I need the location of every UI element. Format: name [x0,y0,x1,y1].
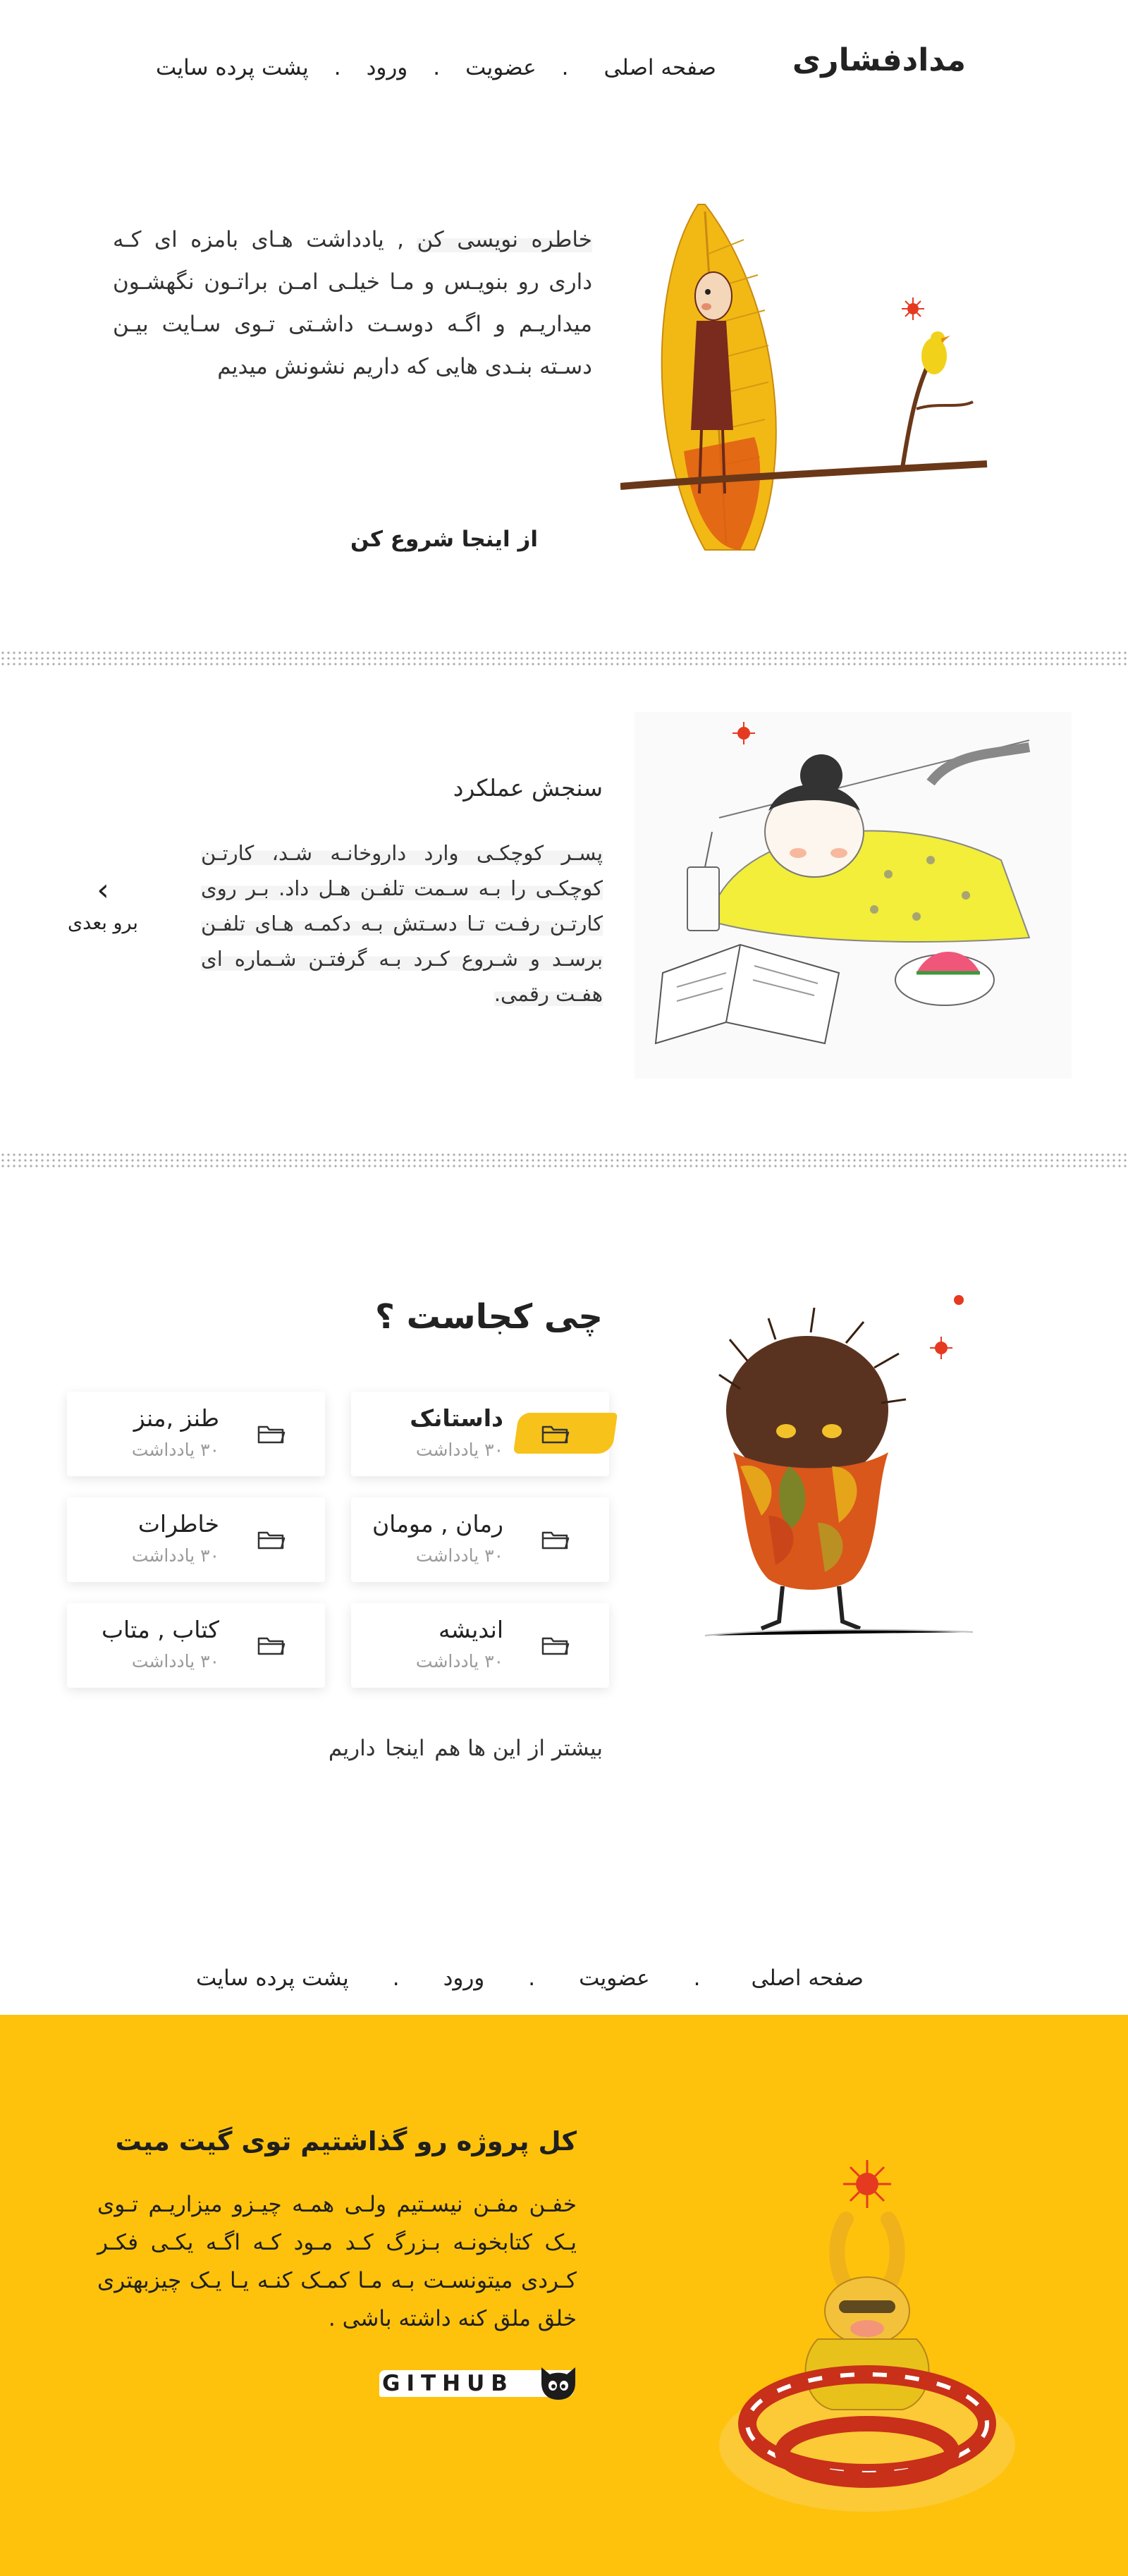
category-name: کتاب , متاب [101,1616,219,1643]
site-header: مدادفشاری صفحه اصلی . عضویت . ورود . پشت… [0,0,1128,134]
category-card[interactable]: کتاب , متاب ۳۰ یادداشت [67,1603,325,1688]
github-cat-icon [541,2367,575,2400]
category-count: ۳۰ یادداشت [131,1545,219,1566]
girl-leaf-illustration [620,197,1001,564]
chevron-left-icon: ‹ [97,872,109,908]
github-button[interactable]: GITHUB [379,2362,577,2404]
more-categories-link[interactable]: اینجا [382,1736,427,1761]
performance-title: سنجش عملکرد [453,774,603,802]
category-count: ۳۰ یادداشت [415,1651,503,1672]
nav-separator: . [333,55,341,80]
category-count: ۳۰ یادداشت [415,1440,503,1460]
nav-separator: . [392,1965,400,1991]
next-label: برو بعدی [68,912,138,934]
category-card[interactable]: خاطرات ۳۰ یادداشت [67,1497,325,1582]
category-count: ۳۰ یادداشت [131,1440,219,1460]
category-name: اندیشه [439,1616,503,1643]
more-categories-line: بیشتر از این ها هم اینجا داریم [329,1736,603,1761]
category-card[interactable]: طنز ,منز ۳۰ یادداشت [67,1392,325,1476]
dotted-divider [0,1152,1128,1169]
performance-text: پسـر کوچکـی وارد داروخانـه شـد، کارتـن ک… [201,835,603,1012]
folder-icon [250,1417,293,1451]
category-name: خاطرات [137,1510,219,1538]
main-nav: صفحه اصلی . عضویت . ورود . پشت پرده سایت [156,52,726,83]
more-text-after: داریم [328,1736,383,1761]
footer-nav-signup[interactable]: عضویت [579,1965,649,1991]
categories-title: چی کجاست ؟ [375,1297,603,1337]
category-card[interactable]: رمان , مومان ۳۰ یادداشت [351,1497,609,1582]
site-logo[interactable]: مدادفشاری [792,42,966,78]
nav-login[interactable]: ورود [367,55,408,80]
github-title: کل پروژه رو گذاشتیم توی گیت میت [115,2126,577,2157]
folder-icon [534,1629,577,1662]
category-name: رمان , مومان [372,1510,503,1538]
more-text-before: بیشتر از این ها هم [427,1736,603,1761]
github-button-label: GITHUB [382,2371,514,2396]
footer-nav: صفحه اصلی . عضویت . ورود . پشت پرده سایت [196,1964,873,1992]
category-count: ۳۰ یادداشت [131,1651,219,1672]
nav-separator: . [693,1965,701,1991]
next-button[interactable]: ‹ برو بعدی [61,872,145,935]
footer-nav-behind-scenes[interactable]: پشت پرده سایت [196,1965,349,1991]
nav-separator: . [528,1965,536,1991]
hero-text-highlight: خاطره نویسی کن [417,227,592,252]
github-section: کل پروژه رو گذاشتیم توی گیت میت خفـن مفـ… [0,2015,1128,2576]
nav-separator: . [561,55,569,80]
nav-behind-scenes[interactable]: پشت پرده سایت [156,55,309,80]
category-card[interactable]: اندیشه ۳۰ یادداشت [351,1603,609,1688]
folder-icon [534,1417,577,1451]
nav-separator: . [433,55,441,80]
girl-reading-illustration [634,712,1072,1079]
folder-icon [534,1523,577,1557]
category-count: ۳۰ یادداشت [415,1545,503,1566]
start-button[interactable]: از اینجا شروع کن [303,510,585,568]
category-name: طنز ,منز [133,1404,219,1432]
nav-signup[interactable]: عضویت [465,55,536,80]
category-card[interactable]: داستانک ۳۰ یادداشت [351,1392,609,1476]
performance-text-body: پسـر کوچکـی وارد داروخانـه شـد، کارتـن ک… [201,841,603,1006]
leaf-creature-illustration [691,1283,987,1664]
category-name: داستانک [410,1404,503,1432]
hero-text: خاطره نویسی کن , یادداشت هـای بامزه ای ک… [113,219,592,388]
footer-nav-home[interactable]: صفحه اصلی [741,1964,873,1992]
github-text: خفـن مفـن نیسـتیم ولـی همـه چیـزو میزاری… [97,2192,577,2331]
nav-home[interactable]: صفحه اصلی [594,52,726,83]
dotted-divider [0,650,1128,667]
footer-nav-login[interactable]: ورود [443,1965,485,1991]
rabbit-illustration [719,2160,1015,2512]
folder-icon [250,1629,293,1662]
folder-icon [250,1523,293,1557]
